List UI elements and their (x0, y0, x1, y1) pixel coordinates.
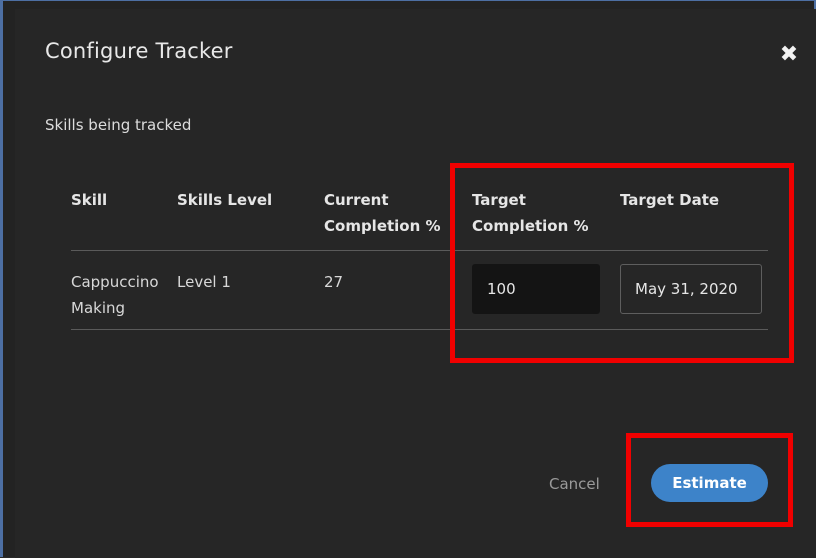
highlight-box-target-fields (450, 163, 794, 363)
cancel-button[interactable]: Cancel (549, 475, 600, 493)
cell-skill: Cappuccino Making (71, 273, 159, 317)
close-icon[interactable]: ✖ (777, 43, 801, 67)
column-header-current-completion: Current Completion % (324, 191, 441, 235)
dialog-title: Configure Tracker (45, 39, 233, 63)
cell-skills-level: Level 1 (177, 273, 231, 291)
window-frame: Configure Tracker ✖ Skills being tracked… (0, 0, 816, 558)
column-header-skill: Skill (71, 191, 108, 209)
column-header-skills-level: Skills Level (177, 191, 273, 209)
estimate-button[interactable]: Estimate (651, 464, 768, 502)
configure-tracker-dialog: Configure Tracker ✖ Skills being tracked… (15, 9, 816, 558)
section-subtitle: Skills being tracked (45, 116, 192, 134)
cell-current-completion: 27 (324, 273, 344, 291)
